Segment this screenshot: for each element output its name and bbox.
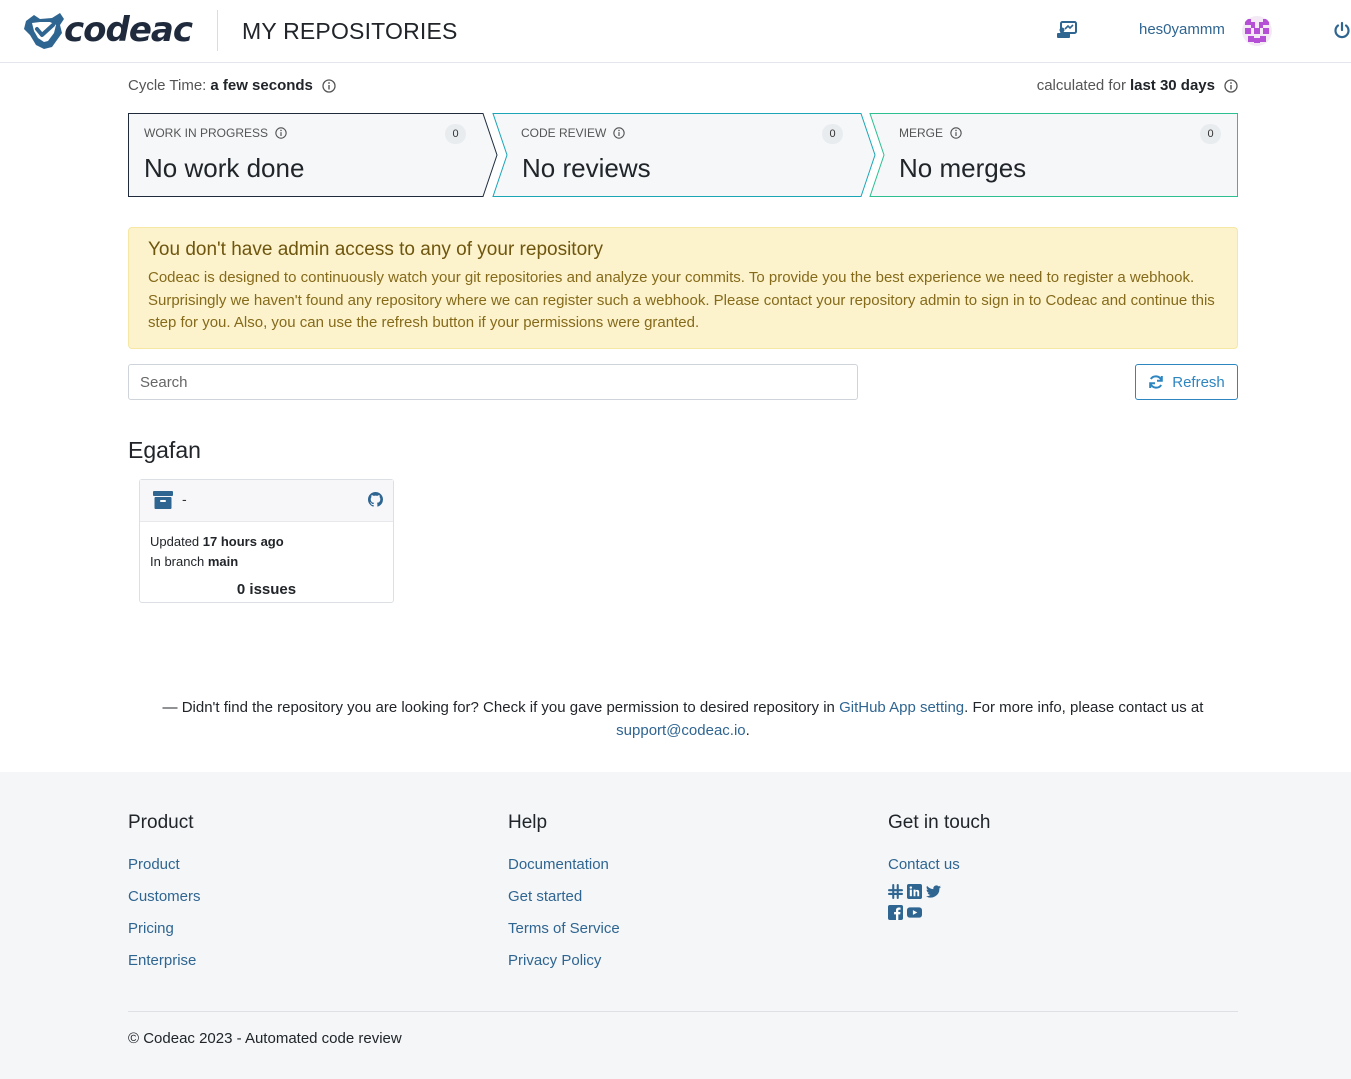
copyright: © Codeac 2023 - Automated code review [128, 1030, 402, 1047]
youtube-icon[interactable] [907, 905, 922, 920]
power-icon[interactable] [1333, 21, 1351, 39]
bear-logo-icon [24, 13, 64, 49]
footer-link-pricing[interactable]: Pricing [128, 920, 201, 938]
avatar[interactable] [1242, 16, 1272, 46]
footer-link-customers[interactable]: Customers [128, 888, 201, 906]
footer: Product Product Customers Pricing Enterp… [0, 772, 1351, 1079]
header-divider [217, 10, 218, 51]
stage-code-review[interactable]: CODE REVIEW 0 No reviews [505, 113, 865, 197]
pipeline-stages: WORK IN PROGRESS 0 No work done CODE REV… [128, 113, 1238, 197]
stage-label: CODE REVIEW [521, 126, 607, 140]
archive-box-icon [153, 491, 173, 509]
footer-link-get-started[interactable]: Get started [508, 888, 620, 906]
stage-merge[interactable]: MERGE 0 No merges [883, 113, 1238, 197]
stage-count: 0 [1200, 124, 1221, 144]
repo-name[interactable]: - [182, 491, 187, 507]
refresh-label: Refresh [1172, 373, 1225, 391]
calculated-for: calculated for last 30 days [1037, 77, 1238, 94]
alert-text: Codeac is designed to continuously watch… [148, 269, 1215, 331]
twitter-icon[interactable] [926, 884, 941, 899]
footer-link-terms[interactable]: Terms of Service [508, 920, 620, 938]
info-icon[interactable] [1224, 78, 1238, 93]
stage-count: 0 [822, 124, 843, 144]
slack-icon[interactable] [888, 884, 903, 899]
repo-updated: Updated 17 hours ago [150, 534, 284, 549]
info-icon[interactable] [322, 78, 336, 93]
footer-divider [128, 1011, 1238, 1012]
footer-link-contact[interactable]: Contact us [888, 856, 990, 874]
alert-title: You don't have admin access to any of yo… [148, 239, 603, 260]
switch-board-icon[interactable] [1056, 20, 1078, 40]
stage-work-in-progress[interactable]: WORK IN PROGRESS 0 No work done [128, 113, 488, 197]
stage-count: 0 [445, 124, 466, 144]
footer-heading: Get in touch [888, 812, 991, 833]
admin-access-alert: You don't have admin access to any of yo… [128, 227, 1238, 349]
footer-heading: Help [508, 812, 548, 833]
cycle-time: Cycle Time: a few seconds [128, 77, 336, 94]
footer-contact-column: Get in touch Contact us [888, 812, 990, 920]
footer-help-column: Help Documentation Get started Terms of … [508, 812, 620, 984]
github-app-setting-link[interactable]: GitHub App setting [839, 699, 964, 716]
group-title: Egafan [128, 437, 201, 463]
stage-value: No merges [899, 153, 1027, 183]
footer-link-documentation[interactable]: Documentation [508, 856, 620, 874]
top-header: codeac MY REPOSITORIES hes0yammm [0, 0, 1351, 63]
page-title: MY REPOSITORIES [242, 18, 458, 44]
info-icon[interactable] [275, 127, 287, 139]
cycle-time-value: a few seconds [210, 77, 313, 94]
facebook-icon[interactable] [888, 905, 903, 920]
footer-link-product[interactable]: Product [128, 856, 201, 874]
missing-repo-note: — Didn't find the repository you are loo… [162, 699, 1204, 739]
calc-prefix: calculated for [1036, 77, 1126, 94]
stage-label: WORK IN PROGRESS [144, 126, 269, 140]
social-links [888, 884, 990, 920]
footer-heading: Product [128, 812, 194, 833]
repo-card-header: - [140, 480, 393, 522]
footer-product-column: Product Product Customers Pricing Enterp… [128, 812, 201, 984]
repo-card[interactable]: - Updated 17 hours ago In branch main 0 … [139, 479, 394, 603]
info-icon[interactable] [950, 127, 962, 139]
repo-branch: In branch main [150, 554, 239, 569]
github-icon[interactable] [368, 492, 383, 507]
refresh-icon [1149, 375, 1164, 389]
username-link[interactable]: hes0yammm [1139, 21, 1225, 38]
repo-issues[interactable]: 0 issues [140, 581, 393, 598]
stage-label: MERGE [899, 126, 944, 140]
stage-value: No work done [144, 153, 305, 183]
codeac-logo[interactable]: codeac [22, 9, 193, 53]
stage-value: No reviews [522, 153, 651, 183]
calc-period[interactable]: last 30 days [1130, 77, 1215, 94]
search-input[interactable] [128, 364, 858, 400]
refresh-button[interactable]: Refresh [1135, 364, 1238, 400]
repo-card-body: Updated 17 hours ago In branch main [140, 522, 393, 572]
footer-link-enterprise[interactable]: Enterprise [128, 952, 201, 970]
footer-link-privacy[interactable]: Privacy Policy [508, 952, 620, 970]
support-email-link[interactable]: support@codeac.io [616, 722, 745, 739]
logo-text: codeac [64, 10, 193, 50]
linkedin-icon[interactable] [907, 884, 922, 899]
info-icon[interactable] [613, 127, 626, 139]
cycle-time-label: Cycle Time: [128, 77, 207, 94]
